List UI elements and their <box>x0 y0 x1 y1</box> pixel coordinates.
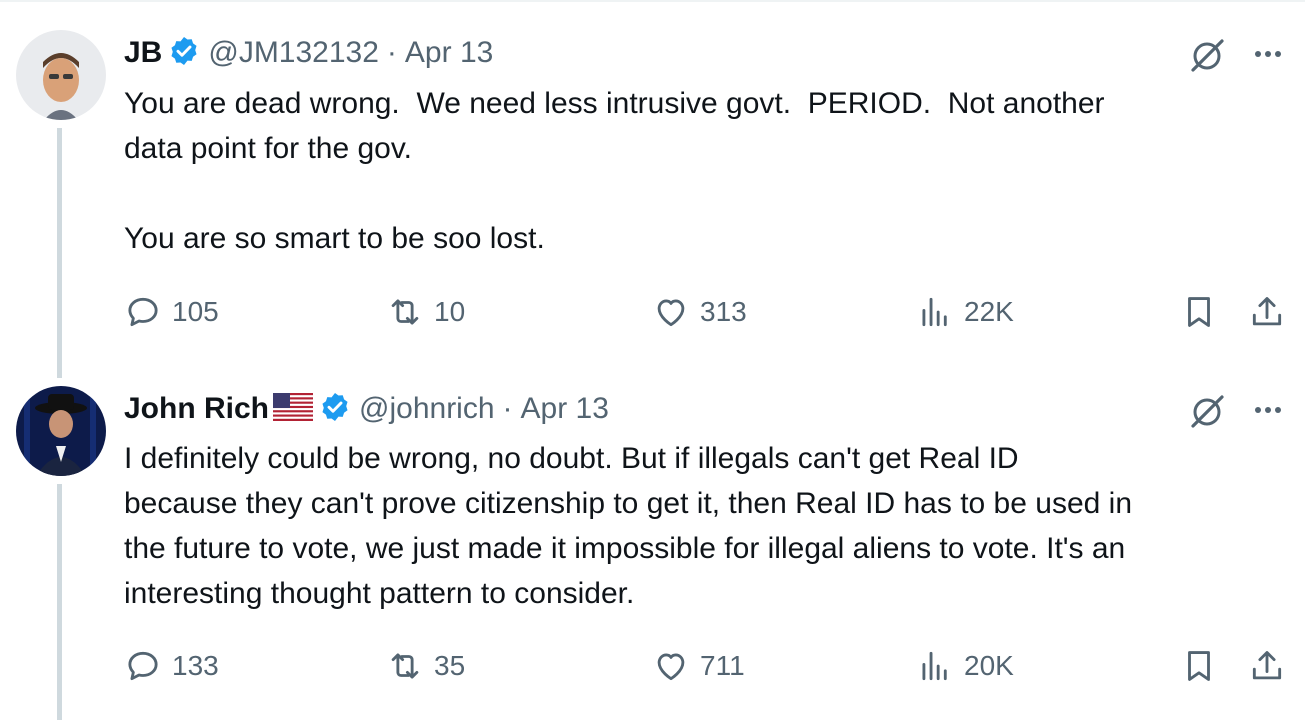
repost-count: 35 <box>434 650 466 681</box>
more-icon[interactable] <box>1252 392 1288 428</box>
thread-line <box>57 128 62 378</box>
avatar[interactable] <box>16 30 106 120</box>
reply-icon <box>128 297 158 327</box>
like-icon <box>657 299 685 327</box>
reply-count: 133 <box>172 650 219 681</box>
bookmark-button[interactable] <box>1180 646 1218 686</box>
tweet-header: JB @JM132132 · Apr 13 <box>124 33 493 73</box>
repost-icon <box>391 299 419 325</box>
tweet-john-rich[interactable]: John Rich @johnrich · Apr 13 I definitel… <box>0 380 1305 720</box>
tweet-text: I definitely could be wrong, no doubt. B… <box>124 442 1133 610</box>
tweet-date[interactable]: Apr 13 <box>405 36 493 70</box>
reply-count: 105 <box>172 296 219 327</box>
author-name[interactable]: John Rich <box>124 392 269 426</box>
views-icon <box>922 651 947 681</box>
views-count: 22K <box>964 296 1014 327</box>
tweet-date[interactable]: Apr 13 <box>521 392 609 426</box>
reply-button[interactable]: 133 <box>124 646 219 686</box>
meta-separator: · <box>502 392 513 425</box>
avatar[interactable] <box>16 386 106 476</box>
like-count: 711 <box>700 650 745 681</box>
tweet-text: You are dead wrong. We need less intrusi… <box>124 87 1105 255</box>
share-icon <box>1252 297 1282 326</box>
repost-button[interactable]: 10 <box>386 292 465 332</box>
us-flag-icon <box>273 392 314 426</box>
like-count: 313 <box>700 296 747 327</box>
repost-icon <box>391 653 419 679</box>
like-icon <box>657 653 685 681</box>
reply-button[interactable]: 105 <box>124 292 219 332</box>
reply-icon <box>128 651 158 681</box>
share-button[interactable] <box>1248 646 1286 686</box>
share-button[interactable] <box>1248 292 1286 332</box>
like-button[interactable]: 313 <box>652 292 747 332</box>
like-button[interactable]: 711 <box>652 646 745 686</box>
views-count: 20K <box>964 650 1014 681</box>
tweet-jb[interactable]: JB @JM132132 · Apr 13 You are dead wrong… <box>0 0 1305 380</box>
views-button[interactable]: 20K <box>916 646 1014 686</box>
bookmark-button[interactable] <box>1180 292 1218 332</box>
views-icon <box>922 297 947 327</box>
tweet-actions: 133 35 711 20K <box>124 646 1294 686</box>
grok-icon[interactable] <box>1188 36 1226 74</box>
author-handle[interactable]: @JM132132 <box>208 36 379 70</box>
bookmark-icon <box>1188 651 1210 681</box>
more-icon[interactable] <box>1252 36 1288 72</box>
tweet-header: John Rich @johnrich · Apr 13 <box>124 389 609 429</box>
thread-line <box>57 484 62 720</box>
bookmark-icon <box>1188 297 1210 327</box>
grok-icon[interactable] <box>1188 392 1226 430</box>
verified-badge-icon <box>319 391 351 428</box>
repost-button[interactable]: 35 <box>386 646 465 686</box>
author-handle[interactable]: @johnrich <box>359 392 495 426</box>
author-name[interactable]: JB <box>124 36 162 70</box>
views-button[interactable]: 22K <box>916 292 1014 332</box>
verified-badge-icon <box>168 35 200 72</box>
repost-count: 10 <box>434 296 466 327</box>
share-icon <box>1252 651 1282 680</box>
tweet-actions: 105 10 313 22K <box>124 292 1294 332</box>
meta-separator: · <box>386 36 397 69</box>
